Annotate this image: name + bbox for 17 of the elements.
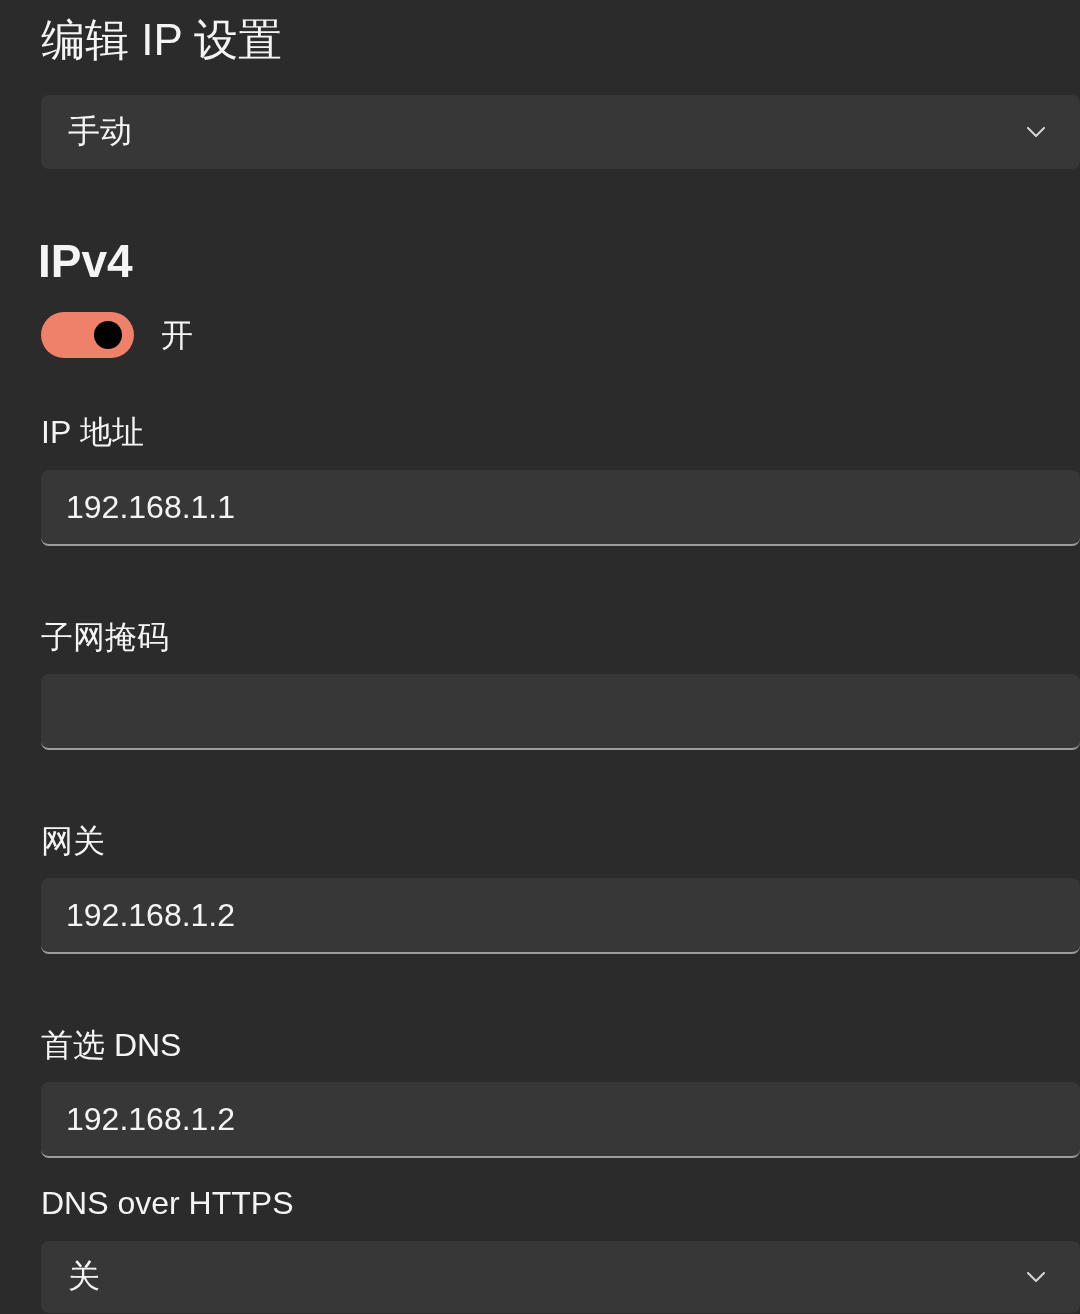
field-label: 子网掩码 (41, 618, 169, 657)
dropdown[interactable]: 手动 (41, 95, 1080, 169)
field-label: 网关 (41, 822, 105, 861)
chevron-down-icon (1027, 1272, 1045, 1282)
toggle-switch[interactable] (41, 312, 134, 358)
input-field[interactable] (41, 674, 1080, 750)
field-label: IP 地址 (41, 413, 144, 452)
dropdown[interactable]: 关 (41, 1241, 1080, 1313)
field-label: DNS over HTTPS (41, 1184, 294, 1223)
input-field[interactable]: 192.168.1.2 (41, 878, 1080, 954)
chevron-down-icon (1027, 127, 1045, 137)
page-title: 编辑 IP 设置 (41, 14, 283, 66)
input-field[interactable]: 192.168.1.2 (41, 1082, 1080, 1158)
input-field[interactable]: 192.168.1.1 (41, 470, 1080, 546)
toggle-label: 开 (161, 316, 193, 355)
field-label: 首选 DNS (41, 1026, 182, 1065)
section-heading: IPv4 (38, 234, 133, 289)
